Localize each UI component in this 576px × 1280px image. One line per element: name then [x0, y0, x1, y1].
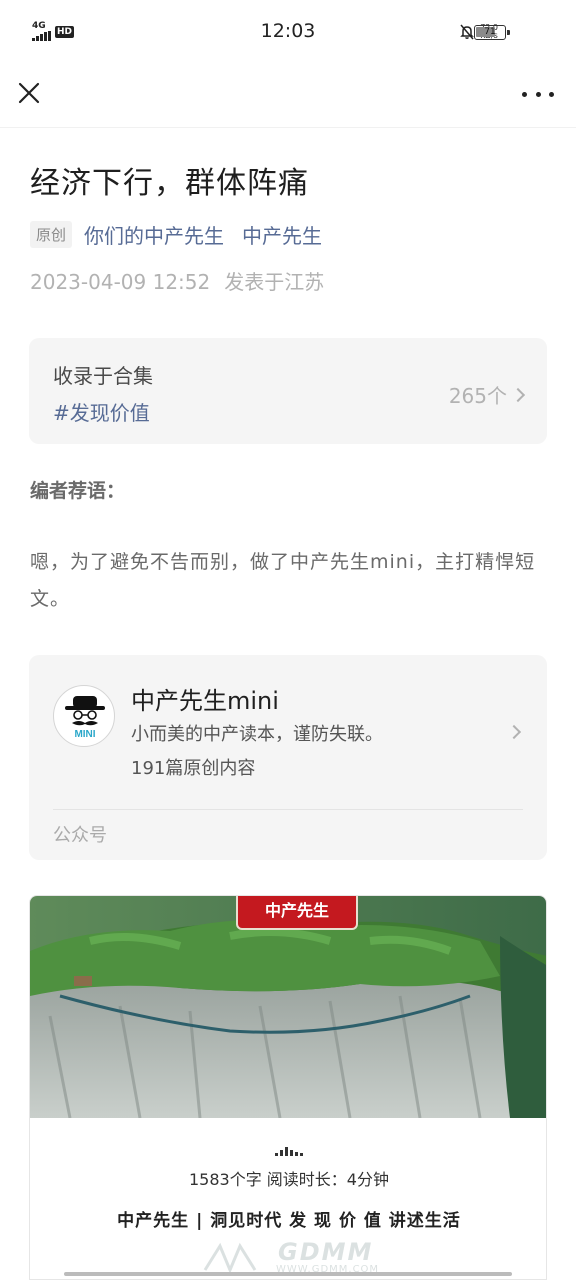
account-type: 公众号	[53, 825, 107, 846]
divider	[53, 809, 523, 810]
mustache-hat-logo-icon: MINI	[65, 696, 105, 740]
article-image-card[interactable]: 中产先生 1583个字 阅读时长：4分钟 中产先生 | 洞见时代 发 现 价 值…	[29, 895, 547, 1280]
close-icon	[18, 82, 40, 104]
account-link[interactable]: 中产先生	[242, 220, 322, 249]
collection-card[interactable]: 收录于合集 #发现价值 265个	[29, 338, 547, 444]
more-button[interactable]	[522, 82, 554, 106]
article-meta: 原创 你们的中产先生 中产先生	[30, 220, 340, 249]
editor-note-body: 嗯，为了避免不告而别，做了中产先生mini，主打精悍短文。	[30, 551, 536, 610]
account-article-count: 191篇原创内容	[131, 758, 256, 779]
article-title: 经济下行，群体阵痛	[30, 166, 309, 201]
reading-stats: 1583个字 阅读时长：4分钟	[189, 1170, 389, 1189]
watermark-logo-icon	[203, 1242, 257, 1274]
collection-tag[interactable]: #发现价值	[53, 397, 150, 426]
close-button[interactable]	[14, 78, 46, 110]
home-indicator[interactable]	[64, 1272, 512, 1276]
author-link[interactable]: 你们的中产先生	[84, 220, 224, 249]
audio-wave-icon	[30, 1146, 546, 1156]
brand-slogan: 中产先生 | 洞见时代 发 现 价 值 讲述生活	[117, 1211, 461, 1231]
watermark-logo: GDMM	[278, 1238, 374, 1266]
chevron-right-icon	[506, 724, 522, 740]
battery-level: 71	[484, 27, 496, 37]
brand-banner: 中产先生	[236, 896, 358, 930]
battery-icon: 71	[474, 25, 510, 40]
publish-location: 发表于江苏	[224, 270, 325, 294]
more-dot	[535, 91, 541, 97]
status-bar: 4G HD 12:03 72.0 KB/s 71	[0, 0, 576, 64]
account-name: 中产先生mini	[131, 687, 279, 715]
original-tag: 原创	[30, 221, 73, 248]
publish-date: 2023-04-09 12:52	[30, 270, 211, 294]
account-card[interactable]: MINI 中产先生mini 小而美的中产读本，谨防失联。 191篇原创内容 公众…	[29, 655, 547, 860]
editor-note-title: 编者荐语：	[30, 480, 126, 502]
account-description: 小而美的中产读本，谨防失联。	[131, 724, 383, 745]
top-nav	[0, 64, 576, 128]
collection-label: 收录于合集	[53, 364, 153, 388]
bell-off-icon	[460, 24, 474, 40]
svg-text:MINI: MINI	[74, 729, 95, 740]
avatar: MINI	[53, 685, 115, 747]
collection-count: 265个	[448, 380, 526, 409]
more-dot	[549, 91, 554, 97]
battery-tip	[507, 30, 510, 35]
more-dot	[522, 91, 527, 97]
collection-count-text: 265个	[448, 384, 507, 408]
chevron-right-icon	[510, 387, 526, 402]
publish-info: 2023-04-09 12:52 发表于江苏	[30, 266, 324, 295]
